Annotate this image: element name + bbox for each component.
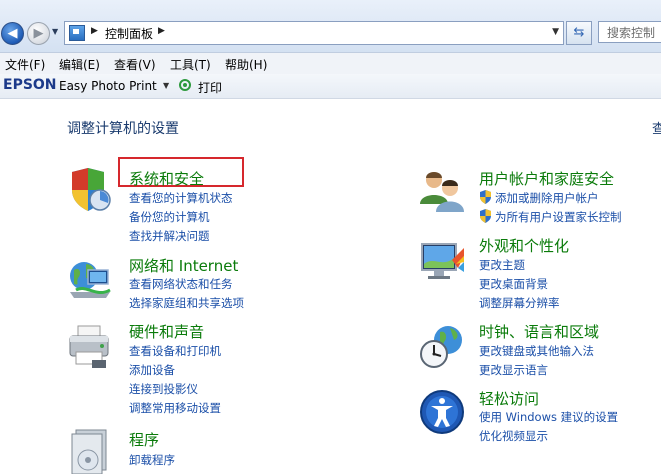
menu-help[interactable]: 帮助(H) <box>225 56 267 73</box>
address-dropdown-icon[interactable]: ▼ <box>552 27 559 37</box>
breadcrumb-control-panel[interactable]: 控制面板 <box>105 25 153 42</box>
link-connect-projector[interactable]: 连接到投影仪 <box>129 381 198 397</box>
page-title: 调整计算机的设置 <box>67 121 179 137</box>
link-add-device[interactable]: 添加设备 <box>129 362 175 378</box>
link-uninstall-program[interactable]: 卸载程序 <box>129 452 175 468</box>
category-programs[interactable]: 程序 <box>129 429 159 450</box>
link-backup-computer[interactable]: 备份您的计算机 <box>129 209 210 225</box>
link-view-computer-status[interactable]: 查看您的计算机状态 <box>129 190 233 206</box>
user-accounts-icon[interactable] <box>418 166 466 214</box>
ease-of-access-icon[interactable] <box>418 388 466 436</box>
link-devices-printers[interactable]: 查看设备和打印机 <box>129 343 221 359</box>
link-screen-resolution[interactable]: 调整屏幕分辨率 <box>479 295 560 311</box>
category-user-accounts[interactable]: 用户帐户和家庭安全 <box>479 168 614 189</box>
back-button[interactable]: ◀ <box>1 22 24 45</box>
address-field[interactable]: ▶ 控制面板 ▶ ▼ <box>64 21 564 45</box>
control-panel-icon <box>69 25 85 41</box>
link-display-language[interactable]: 更改显示语言 <box>479 362 548 378</box>
programs-icon[interactable] <box>66 426 114 474</box>
breadcrumb-arrow-icon[interactable]: ▶ <box>158 26 165 36</box>
epson-toolbar: EPSON Easy Photo Print ▼ 打印 <box>0 74 661 99</box>
link-keyboard-input[interactable]: 更改键盘或其他输入法 <box>479 343 594 359</box>
link-change-theme[interactable]: 更改主题 <box>479 257 525 273</box>
clock-globe-icon[interactable] <box>418 322 466 370</box>
menu-bar: 文件(F) 编辑(E) 查看(V) 工具(T) 帮助(H) <box>0 53 661 74</box>
link-find-fix-problems[interactable]: 查找并解决问题 <box>129 228 210 244</box>
menu-tools[interactable]: 工具(T) <box>170 56 211 73</box>
link-change-background[interactable]: 更改桌面背景 <box>479 276 548 292</box>
print-icon[interactable] <box>179 79 191 91</box>
address-toolbar: ◀ ▶ ▼ ▶ 控制面板 ▶ ▼ ⇆ 搜索控制 <box>0 0 661 53</box>
category-ease-of-access[interactable]: 轻松访问 <box>479 388 539 409</box>
menu-file[interactable]: 文件(F) <box>5 56 45 73</box>
search-input[interactable]: 搜索控制 <box>598 21 661 43</box>
print-button[interactable]: 打印 <box>198 79 222 96</box>
link-add-remove-accounts[interactable]: 添加或删除用户帐户 <box>495 190 599 206</box>
forward-button[interactable]: ▶ <box>27 22 50 45</box>
category-clock-region[interactable]: 时钟、语言和区域 <box>479 321 599 342</box>
uac-shield-icon <box>480 209 491 223</box>
link-recommended-settings[interactable]: 使用 Windows 建议的设置 <box>479 409 618 425</box>
refresh-button[interactable]: ⇆ <box>566 21 592 45</box>
category-system-security[interactable]: 系统和安全 <box>129 168 204 189</box>
recent-pages-dropdown-icon[interactable]: ▼ <box>52 27 58 36</box>
menu-view[interactable]: 查看(V) <box>114 56 156 73</box>
printer-hardware-icon[interactable] <box>66 322 114 370</box>
link-parental-controls[interactable]: 为所有用户设置家长控制 <box>495 209 622 225</box>
category-hardware-sound[interactable]: 硬件和声音 <box>129 321 204 342</box>
system-security-icon[interactable] <box>66 166 114 214</box>
view-by-label[interactable]: 查 <box>652 118 661 137</box>
epson-logo: EPSON <box>3 77 57 93</box>
network-globe-icon[interactable] <box>66 254 114 302</box>
uac-shield-icon <box>480 190 491 204</box>
easy-photo-print-button[interactable]: Easy Photo Print <box>59 79 157 93</box>
category-appearance[interactable]: 外观和个性化 <box>479 235 569 256</box>
appearance-icon[interactable] <box>418 238 466 286</box>
link-view-network-status[interactable]: 查看网络状态和任务 <box>129 276 233 292</box>
link-homegroup-sharing[interactable]: 选择家庭组和共享选项 <box>129 295 244 311</box>
category-network-internet[interactable]: 网络和 Internet <box>129 255 238 276</box>
menu-edit[interactable]: 编辑(E) <box>59 56 100 73</box>
link-mobility-settings[interactable]: 调整常用移动设置 <box>129 400 221 416</box>
link-optimize-display[interactable]: 优化视频显示 <box>479 428 548 444</box>
easy-photo-print-dropdown-icon[interactable]: ▼ <box>163 81 169 90</box>
breadcrumb-arrow-icon[interactable]: ▶ <box>91 26 98 36</box>
